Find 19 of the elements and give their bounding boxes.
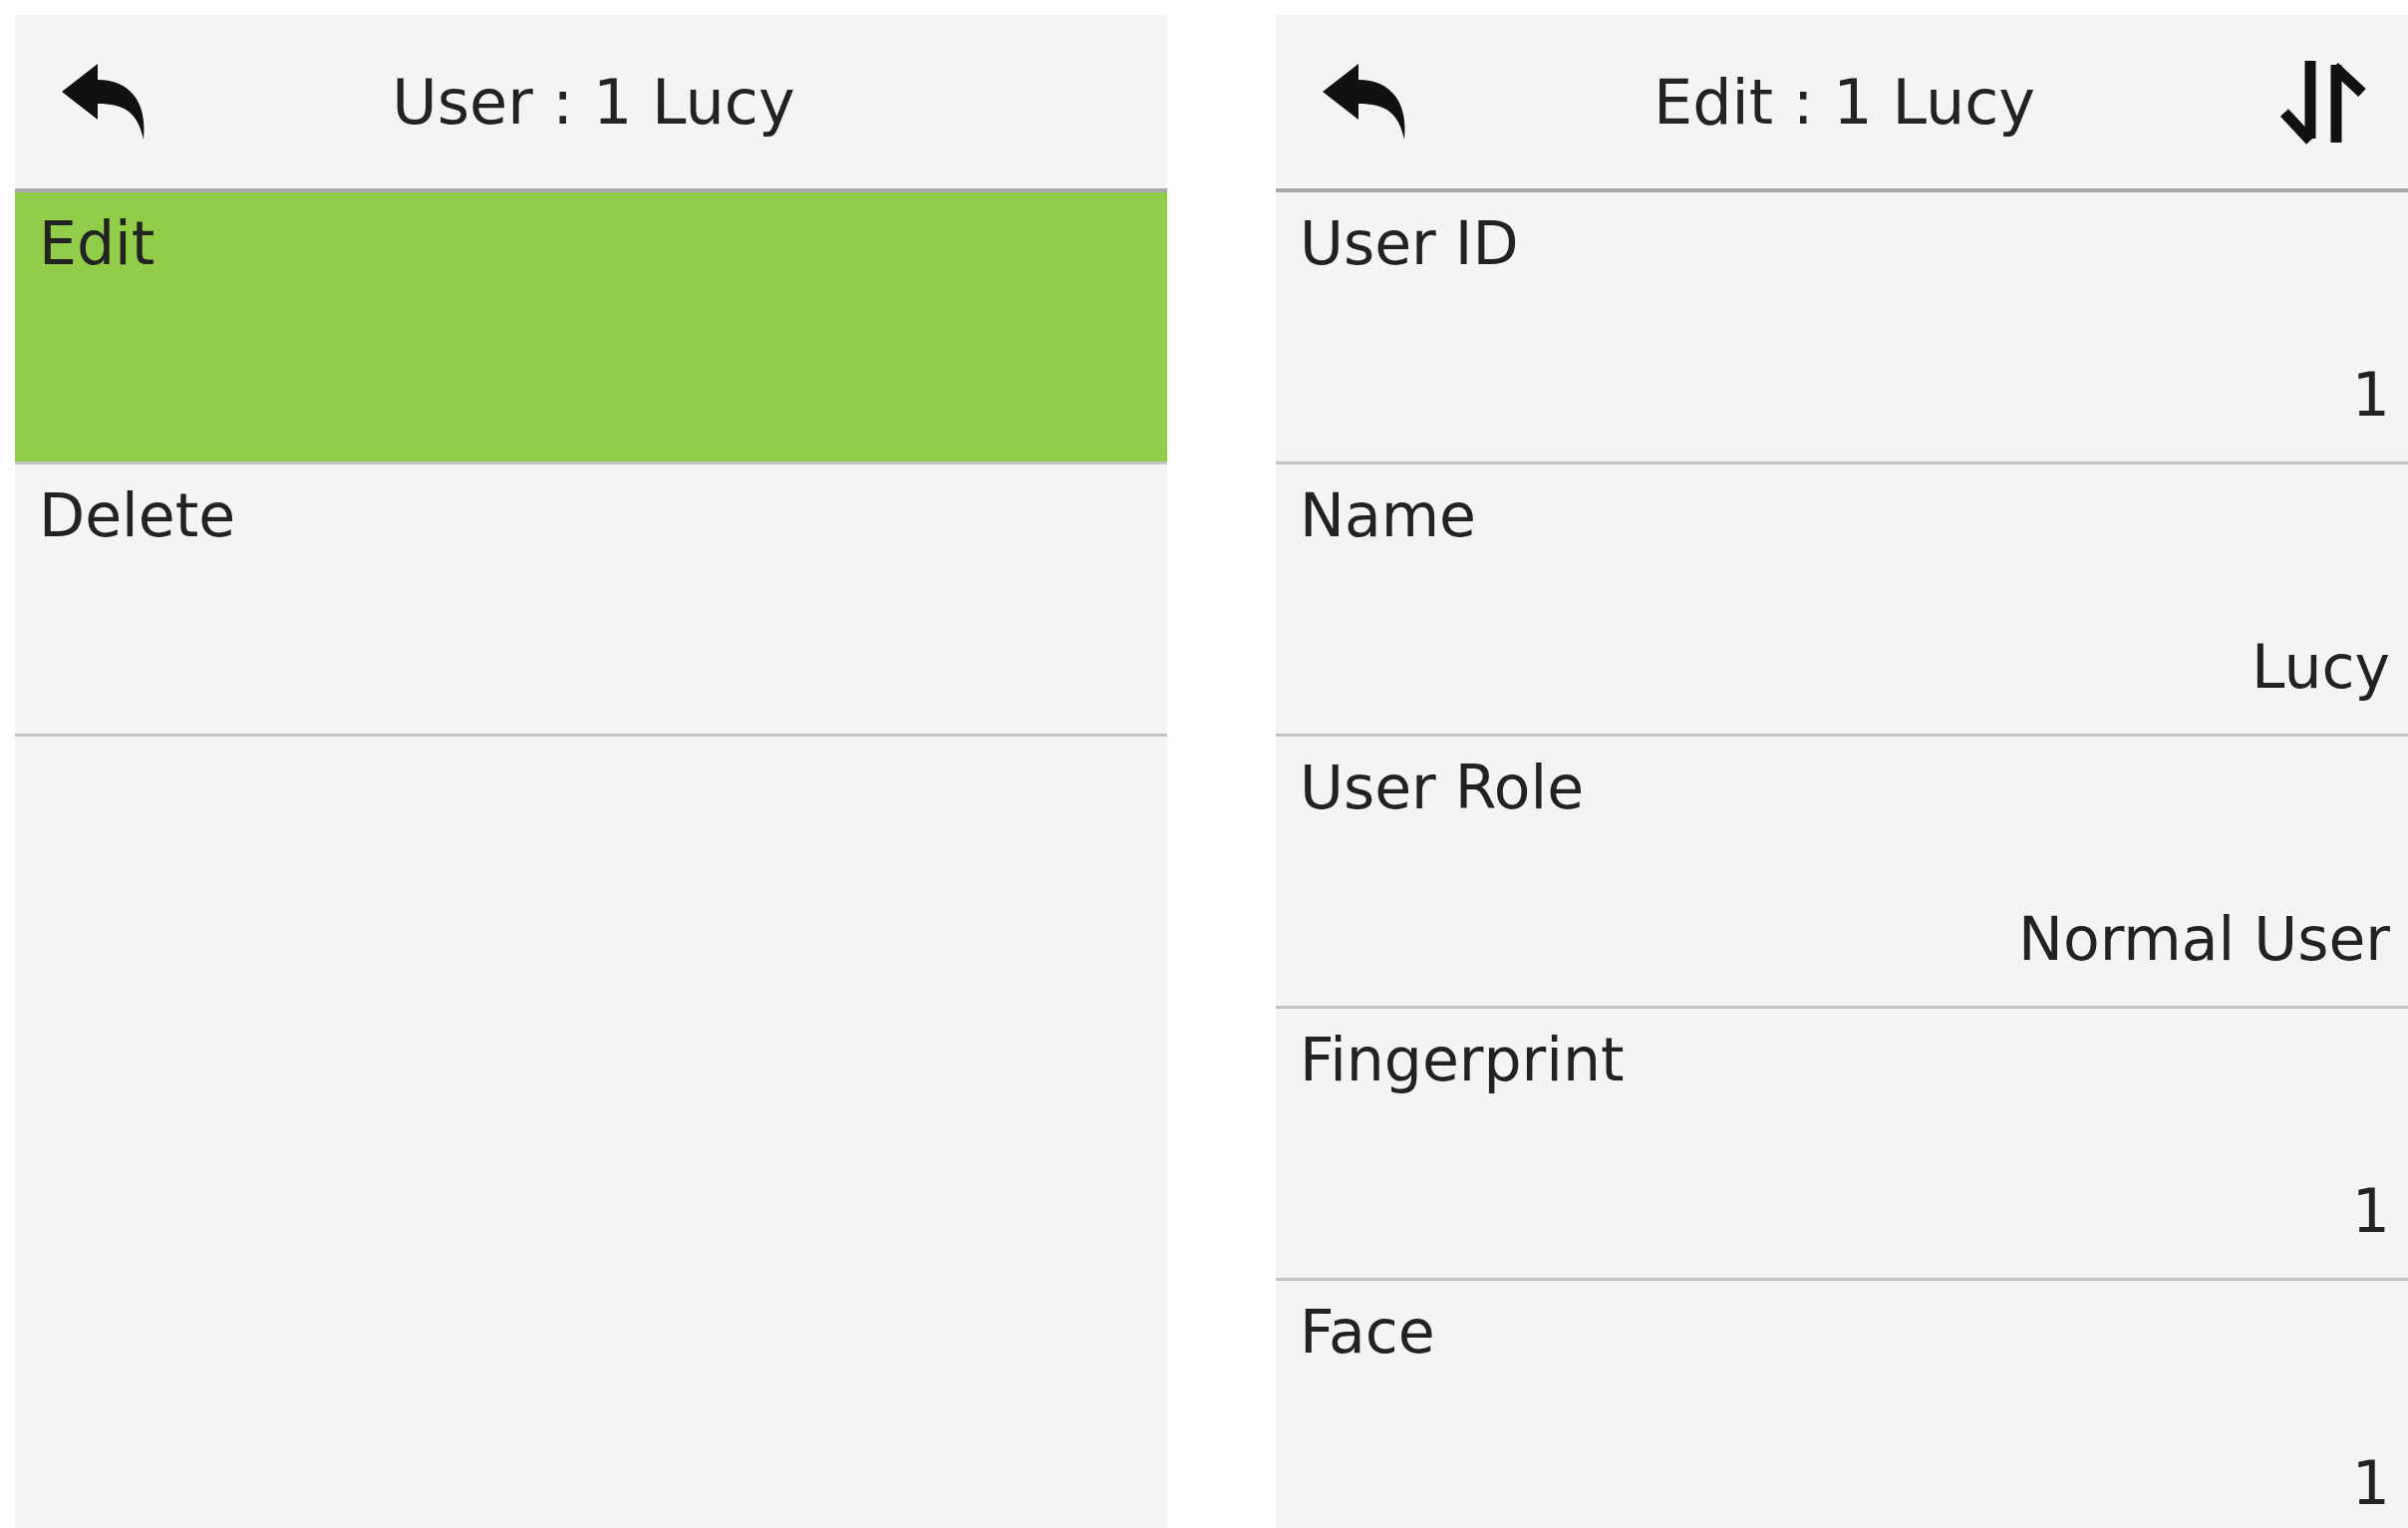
menu-item[interactable]: Delete [15, 464, 1167, 737]
field-row[interactable]: User ID 1 [1276, 192, 2408, 464]
screen-title: Edit : 1 Lucy [1652, 64, 2037, 141]
field-label: Fingerprint [1300, 1024, 1626, 1096]
field-row[interactable]: Name Lucy [1276, 464, 2408, 737]
field-value: 1 [2351, 1447, 2390, 1520]
field-row[interactable]: User Role Normal User [1276, 737, 2408, 1009]
field-label: User Role [1300, 752, 1586, 824]
menu-item[interactable]: Edit [15, 192, 1167, 464]
field-row[interactable]: Face 1 [1276, 1281, 2408, 1528]
field-value: 1 [2351, 1175, 2390, 1248]
field-label: Name [1300, 479, 1477, 552]
field-value: Lucy [2252, 631, 2390, 704]
field-value: Normal User [2018, 903, 2390, 976]
field-row[interactable]: Fingerprint 1 [1276, 1009, 2408, 1281]
field-value: 1 [2351, 359, 2390, 432]
screen-title: User : 1 Lucy [391, 64, 796, 141]
field-label: Face [1300, 1296, 1436, 1369]
field-label: User ID [1300, 207, 1520, 280]
